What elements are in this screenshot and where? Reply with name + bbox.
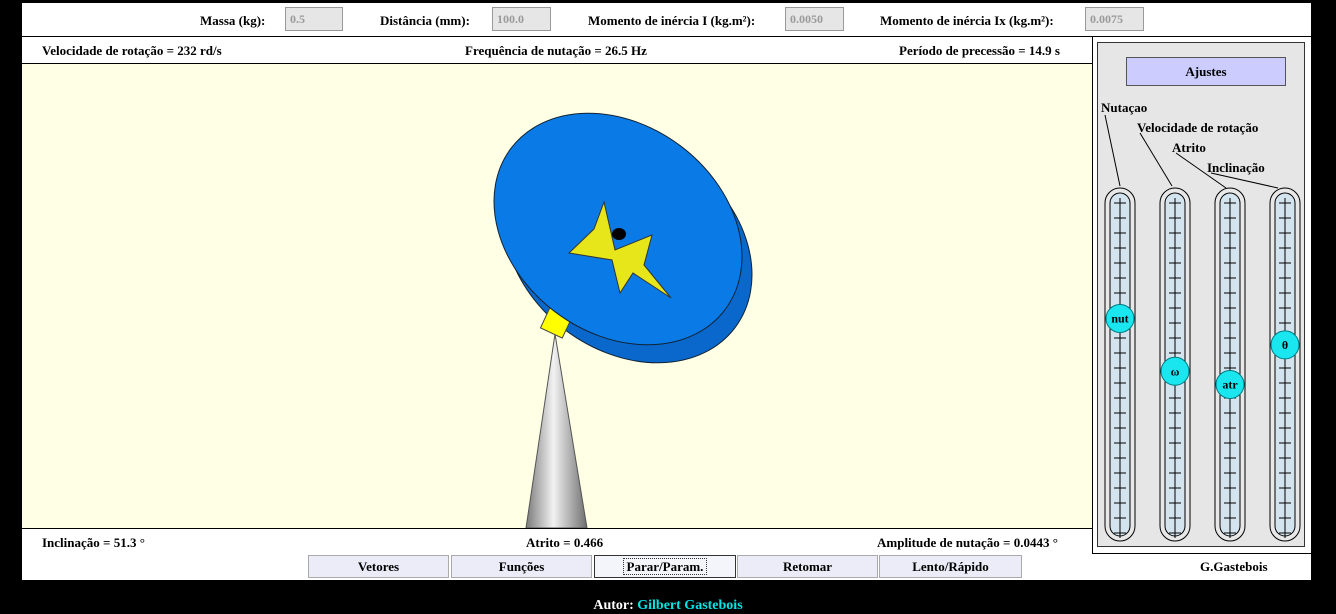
info-bar-top: Velocidade de rotação = 232 rd/s Frequên… [22, 37, 1092, 64]
inertia-x-label: Momento de inércia Ix (kg.m²): [880, 13, 1054, 28]
slider-rotation-speed[interactable]: ω [1159, 187, 1191, 542]
slider-inclination[interactable]: θ [1269, 187, 1301, 542]
inertia-label: Momento de inércia I (kg.m²): [588, 13, 756, 28]
slider-knob-label: atr [1222, 378, 1238, 392]
nutation-amplitude-readout: Amplitude de nutação = 0.0443 ° [877, 535, 1058, 550]
resume-button[interactable]: Retomar [737, 555, 878, 578]
control-bar: Vetores Funções Parar/Param. Retomar Len… [22, 554, 1311, 580]
stop-params-button[interactable]: Parar/Param. [594, 555, 736, 578]
precession-period-readout: Período de precessão = 14.9 s [899, 43, 1060, 58]
friction-readout: Atrito = 0.466 [526, 535, 604, 550]
disk-axis-dot [612, 228, 626, 240]
inclination-readout: Inclinação = 51.3 ° [42, 535, 145, 550]
info-bar-bottom: Inclinação = 51.3 ° Atrito = 0.466 Ampli… [22, 528, 1092, 554]
inertia-x-field[interactable]: 0.0075 [1085, 7, 1144, 31]
gyroscope-drawing [493, 112, 753, 529]
author-name[interactable]: Gilbert Gastebois [637, 598, 742, 613]
parameters-bar: Massa (kg): 0.5 Distância (mm): 100.0 Mo… [22, 3, 1311, 36]
author-label: Autor: [593, 598, 634, 613]
distance-field[interactable]: 100.0 [492, 7, 551, 31]
speed-toggle-button[interactable]: Lento/Rápido [879, 555, 1022, 578]
spinning-disk [493, 112, 753, 364]
simulation-panel: Velocidade de rotação = 232 rd/s Frequên… [22, 37, 1092, 554]
inertia-field[interactable]: 0.0050 [785, 7, 844, 31]
sliders-area: nut ω atr θ [1104, 114, 1301, 542]
slider-knob-label: nut [1111, 312, 1128, 326]
nutation-frequency-readout: Frequência de nutação = 26.5 Hz [465, 43, 647, 58]
settings-panel: Ajustes Nutaçao Velocidade de rotação At… [1093, 37, 1311, 553]
distance-label: Distância (mm): [380, 13, 470, 28]
vectors-label: Vetores [357, 559, 400, 574]
rotation-speed-readout: Velocidade de rotação = 232 rd/s [42, 43, 222, 58]
pivot-cone [525, 333, 588, 529]
mass-label: Massa (kg): [200, 13, 266, 28]
credit-text: G.Gastebois [1200, 559, 1268, 574]
vectors-button[interactable]: Vetores [308, 555, 449, 578]
mass-field[interactable]: 0.5 [285, 7, 343, 31]
label-leader-lines [1104, 114, 1279, 189]
gyroscope-canvas [22, 64, 1092, 529]
author-footer: Autor: Gilbert Gastebois [0, 598, 1336, 614]
settings-inner: Ajustes Nutaçao Velocidade de rotação At… [1097, 42, 1305, 547]
slider-knob-label: ω [1171, 364, 1180, 378]
slider-knob-label: θ [1282, 338, 1288, 352]
speed-label: Lento/Rápido [912, 559, 989, 574]
slider-nutation[interactable]: nut [1104, 187, 1136, 542]
resume-label: Retomar [782, 559, 833, 574]
functions-button[interactable]: Funções [451, 555, 592, 578]
functions-label: Funções [498, 559, 545, 574]
slider-friction[interactable]: atr [1214, 187, 1246, 542]
stop-params-label: Parar/Param. [622, 558, 708, 575]
